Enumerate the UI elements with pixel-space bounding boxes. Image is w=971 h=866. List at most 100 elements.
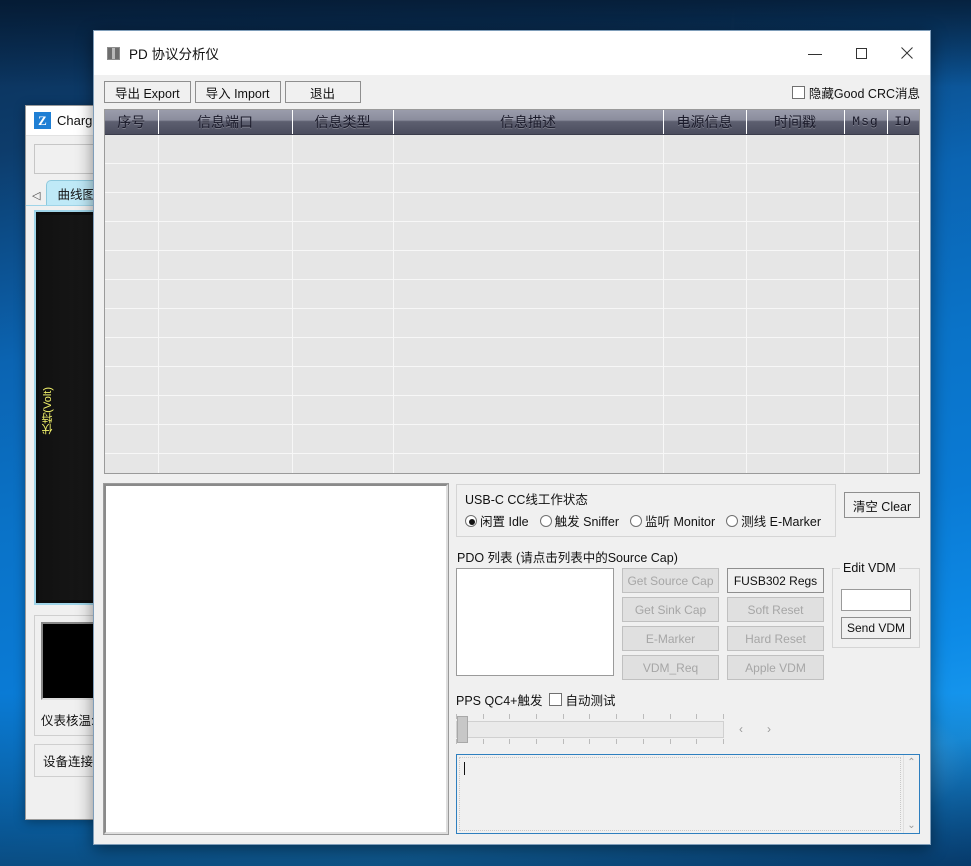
pps-label-row: PPS QC4+触发 自动测试 — [456, 690, 920, 709]
pdo-row: Get Source Cap Get Sink Cap E-Marker VDM… — [456, 568, 920, 680]
hide-goodcrc-checkbox[interactable] — [792, 86, 805, 99]
radio-monitor-dot[interactable] — [630, 515, 642, 527]
pd-toolbar: 导出 Export 导入 Import 退出 隐藏Good CRC消息 — [94, 75, 930, 109]
maximize-icon — [856, 48, 867, 59]
app-icon — [107, 47, 120, 60]
soft-reset-button[interactable]: Soft Reset — [727, 597, 824, 622]
vdm-input[interactable] — [841, 589, 911, 611]
col-port[interactable]: 信息端口 — [158, 110, 292, 134]
hide-goodcrc-label: 隐藏Good CRC消息 — [809, 83, 920, 102]
pd-analyzer-window[interactable]: PD 协议分析仪 — 导出 Export 导入 Import 退出 隐藏Good… — [93, 30, 931, 845]
pps-slider-ticks-top — [456, 714, 724, 719]
table-row — [105, 395, 919, 424]
pps-prev-button[interactable]: ‹ — [730, 719, 752, 739]
pps-next-button[interactable]: › — [758, 719, 780, 739]
pd-titlebar: PD 协议分析仪 — — [94, 31, 930, 75]
background-window-title: Charg — [57, 113, 92, 128]
table-row — [105, 250, 919, 279]
pdo-list[interactable] — [456, 568, 614, 676]
exit-button[interactable]: 退出 — [285, 81, 361, 103]
action-button-column-2: FUSB302 Regs Soft Reset Hard Reset Apple… — [727, 568, 824, 680]
radio-monitor[interactable]: 监听 Monitor — [630, 511, 715, 530]
radio-idle[interactable]: 闲置 Idle — [465, 511, 529, 530]
auto-test-checkbox-row[interactable]: 自动测试 — [549, 690, 616, 709]
vdm-req-button[interactable]: VDM_Req — [622, 655, 719, 680]
radio-monitor-label: 监听 Monitor — [645, 511, 715, 530]
radio-emarker-dot[interactable] — [726, 515, 738, 527]
cc-status-group: USB-C CC线工作状态 闲置 Idle 触发 Sniffer 监听 M — [456, 484, 836, 537]
minimize-button[interactable]: — — [792, 31, 838, 75]
pps-slider[interactable] — [456, 710, 724, 748]
col-description[interactable]: 信息描述 — [393, 110, 663, 134]
pps-label: PPS QC4+触发 — [456, 690, 543, 709]
pdo-section: PDO 列表 (请点击列表中的Source Cap) Get Source Ca… — [456, 543, 920, 680]
table-row — [105, 192, 919, 221]
table-row — [105, 424, 919, 453]
clear-button[interactable]: 清空 Clear — [844, 492, 920, 518]
chargerlab-logo-icon: Z — [34, 112, 51, 129]
close-icon — [901, 47, 913, 59]
table-row — [105, 221, 919, 250]
radio-sniffer[interactable]: 触发 Sniffer — [540, 511, 619, 530]
hard-reset-button[interactable]: Hard Reset — [727, 626, 824, 651]
chart-y-axis-label: 伏特(Volt) — [40, 387, 56, 435]
radio-sniffer-dot[interactable] — [540, 515, 552, 527]
auto-test-label: 自动测试 — [566, 690, 616, 709]
log-textarea-container[interactable]: ⌃ ⌄ — [456, 754, 920, 834]
pd-window-title: PD 协议分析仪 — [129, 43, 792, 63]
cc-mode-radio-group: 闲置 Idle 触发 Sniffer 监听 Monitor 测线 E- — [463, 511, 829, 530]
table-row — [105, 163, 919, 192]
radio-sniffer-label: 触发 Sniffer — [555, 511, 619, 530]
table-row — [105, 453, 919, 474]
radio-emarker[interactable]: 测线 E-Marker — [726, 511, 821, 530]
send-vdm-button[interactable]: Send VDM — [841, 617, 911, 639]
col-seq[interactable]: 序号 — [105, 110, 158, 134]
fusb302-regs-button[interactable]: FUSB302 Regs — [727, 568, 824, 593]
action-button-column-1: Get Source Cap Get Sink Cap E-Marker VDM… — [622, 568, 719, 680]
message-table: 序号 信息端口 信息类型 信息描述 电源信息 时间戳 Msg ID — [105, 110, 920, 474]
message-table-header-row: 序号 信息端口 信息类型 信息描述 电源信息 时间戳 Msg ID — [105, 110, 919, 134]
close-button[interactable] — [884, 31, 930, 75]
pps-slider-row: ‹ › — [456, 710, 920, 748]
scroll-down-icon[interactable]: ⌄ — [907, 820, 915, 831]
table-row — [105, 134, 919, 163]
log-scrollbar[interactable]: ⌃ ⌄ — [903, 755, 919, 833]
col-type[interactable]: 信息类型 — [292, 110, 393, 134]
maximize-button[interactable] — [838, 31, 884, 75]
pps-slider-track[interactable] — [456, 721, 724, 738]
message-table-body — [105, 134, 919, 474]
col-id[interactable]: ID — [887, 110, 919, 134]
radio-idle-dot[interactable] — [465, 515, 477, 527]
edit-vdm-legend: Edit VDM — [840, 561, 899, 575]
scroll-up-icon[interactable]: ⌃ — [907, 757, 915, 768]
col-timestamp[interactable]: 时间戳 — [746, 110, 844, 134]
detail-panel[interactable] — [104, 484, 448, 834]
radio-emarker-label: 测线 E-Marker — [741, 511, 821, 530]
col-msg[interactable]: Msg — [844, 110, 887, 134]
pd-lower-region: USB-C CC线工作状态 闲置 Idle 触发 Sniffer 监听 M — [94, 474, 930, 844]
e-marker-button[interactable]: E-Marker — [622, 626, 719, 651]
text-caret — [464, 762, 465, 775]
auto-test-checkbox[interactable] — [549, 693, 562, 706]
table-row — [105, 279, 919, 308]
table-row — [105, 308, 919, 337]
tab-scroll-left-icon[interactable]: ◁ — [30, 189, 44, 205]
cc-status-legend: USB-C CC线工作状态 — [465, 489, 829, 508]
controls-panel: USB-C CC线工作状态 闲置 Idle 触发 Sniffer 监听 M — [456, 484, 920, 834]
message-table-container[interactable]: 序号 信息端口 信息类型 信息描述 电源信息 时间戳 Msg ID — [104, 109, 920, 474]
export-button[interactable]: 导出 Export — [104, 81, 191, 103]
table-row — [105, 337, 919, 366]
col-power-info[interactable]: 电源信息 — [663, 110, 746, 134]
hide-goodcrc-checkbox-row[interactable]: 隐藏Good CRC消息 — [792, 83, 920, 102]
import-button[interactable]: 导入 Import — [195, 81, 281, 103]
pps-section: PPS QC4+触发 自动测试 — [456, 686, 920, 748]
log-textarea[interactable] — [459, 757, 901, 831]
pps-slider-ticks-bottom — [456, 739, 724, 744]
table-row — [105, 366, 919, 395]
apple-vdm-button[interactable]: Apple VDM — [727, 655, 824, 680]
get-source-cap-button[interactable]: Get Source Cap — [622, 568, 719, 593]
edit-vdm-group: Edit VDM Send VDM — [832, 568, 920, 648]
radio-idle-label: 闲置 Idle — [480, 511, 529, 530]
cc-status-row: USB-C CC线工作状态 闲置 Idle 触发 Sniffer 监听 M — [456, 484, 920, 537]
get-sink-cap-button[interactable]: Get Sink Cap — [622, 597, 719, 622]
